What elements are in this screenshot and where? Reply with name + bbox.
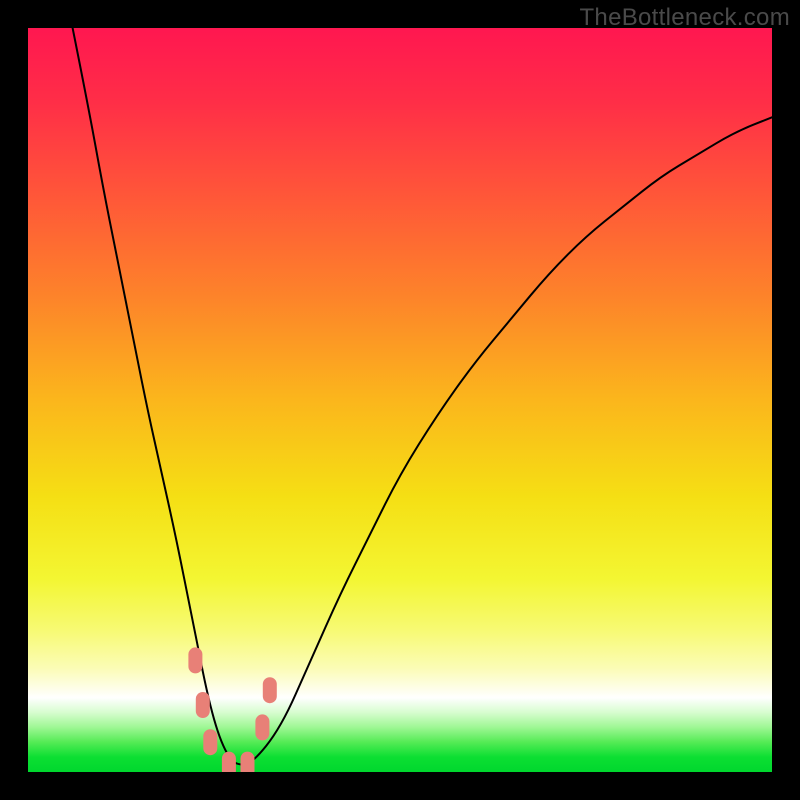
gradient-background bbox=[28, 28, 772, 772]
marker-point bbox=[196, 692, 210, 718]
marker-point bbox=[188, 647, 202, 673]
chart-frame: TheBottleneck.com bbox=[0, 0, 800, 800]
marker-point bbox=[255, 714, 269, 740]
watermark-text: TheBottleneck.com bbox=[579, 4, 790, 32]
chart-svg bbox=[28, 28, 772, 772]
marker-point bbox=[241, 752, 255, 772]
plot-area bbox=[28, 28, 772, 772]
marker-point bbox=[263, 677, 277, 703]
marker-point bbox=[203, 729, 217, 755]
marker-point bbox=[222, 752, 236, 772]
